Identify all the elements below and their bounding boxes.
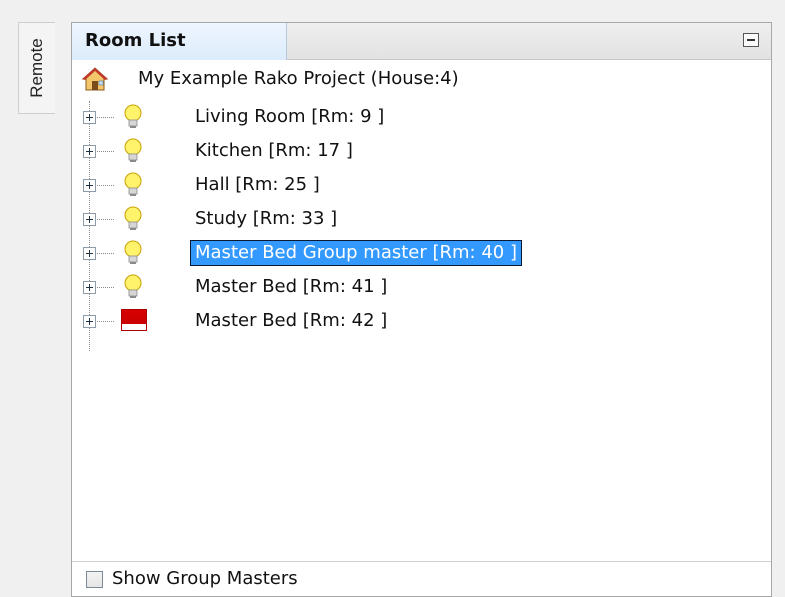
tree-item-kitchen[interactable]: Kitchen [Rm: 17 ] [72,135,762,169]
expand-icon[interactable] [83,179,96,192]
tree-connector [97,185,114,186]
show-group-masters-label[interactable]: Show Group Masters [112,568,298,589]
tree-connector [97,253,114,254]
room-list-panel: Room List My Example Rako Project (House… [71,22,772,597]
tree-connector [97,321,114,322]
expand-icon[interactable] [83,281,96,294]
tree-item-master-bed-41[interactable]: Master Bed [Rm: 41 ] [72,271,762,305]
bulb-icon [124,172,142,196]
panel-header: Room List [72,23,771,60]
root-label: My Example Rako Project (House:4) [138,68,459,89]
tree-connector [97,287,114,288]
minimize-button[interactable] [743,33,759,47]
expand-icon[interactable] [83,145,96,158]
room-label: Master Bed [Rm: 41 ] [195,276,388,297]
tree-connector [97,151,114,152]
tree-root-item[interactable]: My Example Rako Project (House:4) [72,65,762,95]
bulb-icon [124,240,142,264]
bulb-icon [124,206,142,230]
side-panel-strip: Remote [0,0,63,597]
expand-icon[interactable] [83,213,96,226]
house-icon [82,67,108,91]
tree-connector [97,117,114,118]
expand-icon[interactable] [83,315,96,328]
bulb-icon [124,274,142,298]
room-label: Hall [Rm: 25 ] [195,174,320,195]
minimize-icon [747,39,755,41]
show-group-masters-checkbox[interactable] [86,571,103,588]
red-group-icon [121,309,147,331]
tab-room-list[interactable]: Room List [72,23,287,60]
room-label: Kitchen [Rm: 17 ] [195,140,353,161]
room-label: Master Bed [Rm: 42 ] [195,310,388,331]
tree-item-hall[interactable]: Hall [Rm: 25 ] [72,169,762,203]
room-list-tab-label: Room List [85,30,186,51]
expand-icon[interactable] [83,247,96,260]
bulb-icon [124,138,142,162]
tree-connector [97,219,114,220]
room-label: Study [Rm: 33 ] [195,208,338,229]
tree-item-study[interactable]: Study [Rm: 33 ] [72,203,762,237]
expand-icon[interactable] [83,111,96,124]
room-label: Living Room [Rm: 9 ] [195,106,385,127]
tree-item-master-bed-group-master[interactable]: Master Bed Group master [Rm: 40 ] [72,237,762,271]
remote-side-tab[interactable]: Remote [18,22,55,114]
panel-footer: Show Group Masters [72,561,771,596]
room-label-selected: Master Bed Group master [Rm: 40 ] [190,240,522,266]
remote-tab-label: Remote [27,38,46,98]
tree-item-living-room[interactable]: Living Room [Rm: 9 ] [72,101,762,135]
bulb-icon [124,104,142,128]
tree-item-master-bed-42[interactable]: Master Bed [Rm: 42 ] [72,305,762,339]
